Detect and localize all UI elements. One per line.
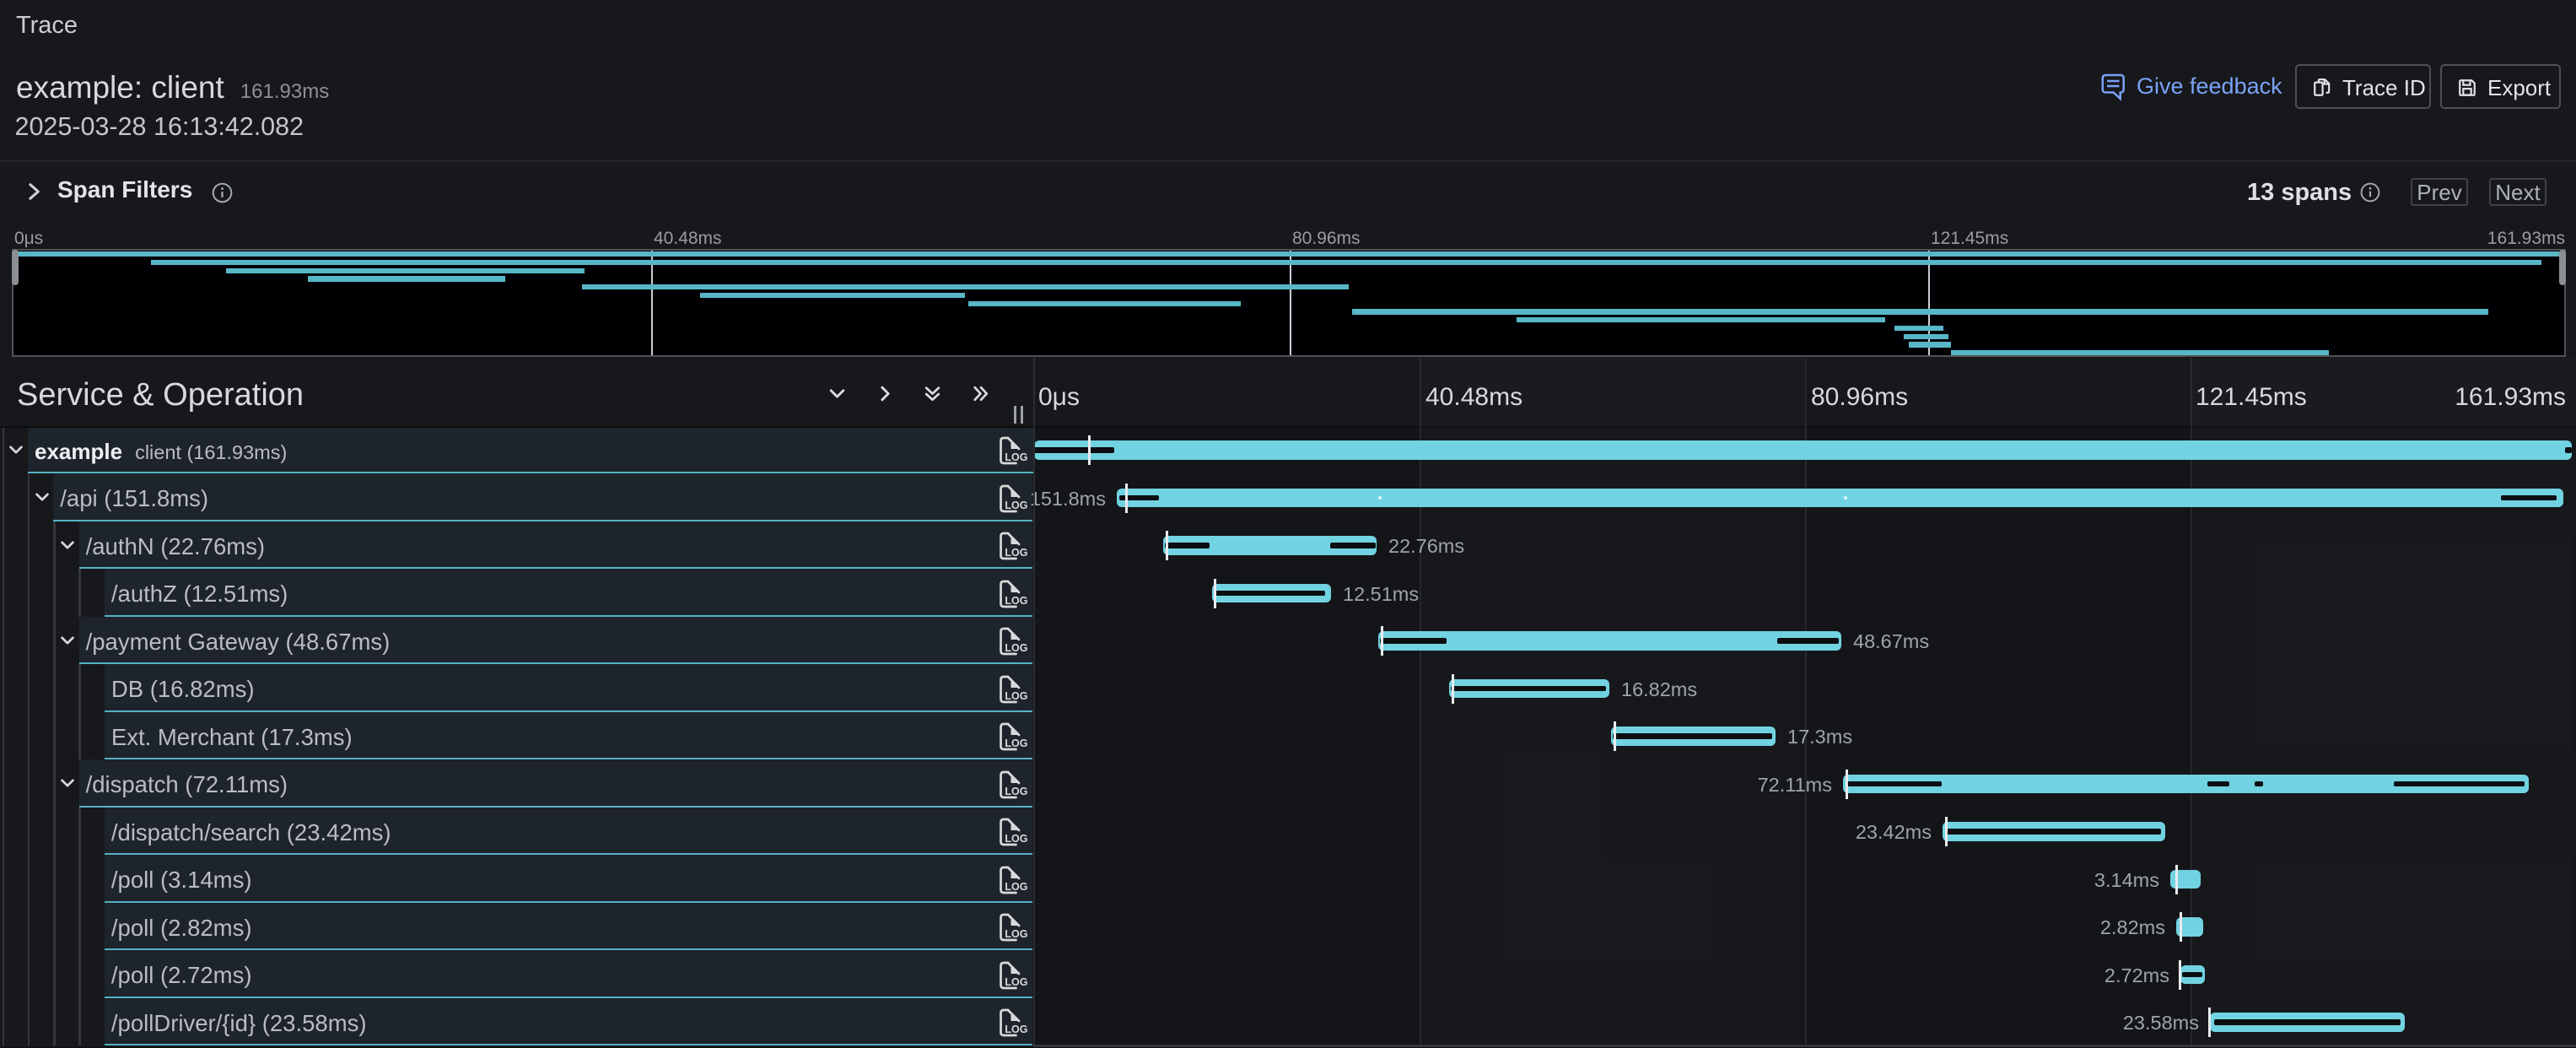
svg-text:LOG: LOG — [1005, 690, 1027, 702]
svg-text:LOG: LOG — [1005, 451, 1027, 463]
svg-text:LOG: LOG — [1005, 976, 1027, 988]
svg-text:LOG: LOG — [1005, 642, 1027, 654]
svg-text:LOG: LOG — [1005, 833, 1027, 845]
svg-text:LOG: LOG — [1005, 500, 1027, 511]
svg-text:LOG: LOG — [1005, 595, 1027, 607]
svg-text:LOG: LOG — [1005, 1024, 1027, 1035]
svg-text:LOG: LOG — [1005, 737, 1027, 749]
svg-text:LOG: LOG — [1005, 881, 1027, 893]
svg-text:LOG: LOG — [1005, 928, 1027, 940]
svg-text:LOG: LOG — [1005, 786, 1027, 797]
svg-text:LOG: LOG — [1005, 547, 1027, 559]
